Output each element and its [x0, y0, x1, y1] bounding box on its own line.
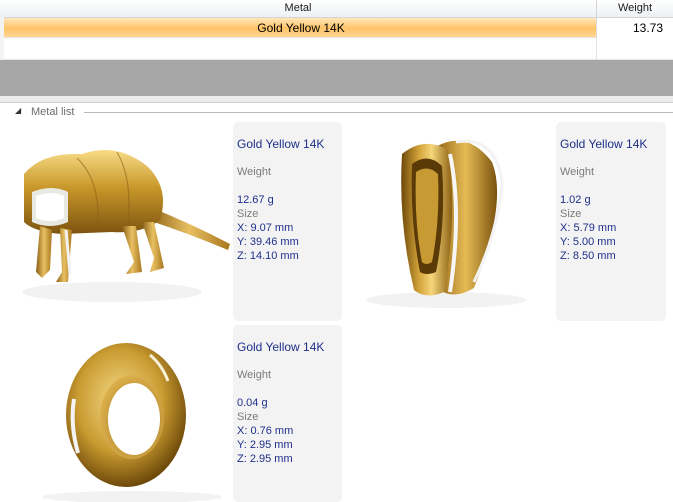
metal-name: Gold Yellow 14K [560, 137, 648, 151]
size-z: Z: 2.95 mm [237, 453, 293, 465]
weight-label: Weight [560, 166, 595, 178]
jump-ring-thumbnail [22, 325, 233, 502]
metal-list-header: ◢ Metal list [0, 103, 673, 121]
armadillo-pendant-thumbnail [22, 122, 233, 321]
cell-metal: Gold Yellow 14K [257, 21, 345, 35]
size-z: Z: 14.10 mm [237, 250, 299, 262]
metal-name: Gold Yellow 14K [237, 137, 325, 151]
size-label: Size [237, 411, 259, 423]
weight-value: 1.02 g [560, 194, 591, 206]
metal-info-panel: Gold Yellow 14K Weight 0.04 g Size X: 0.… [233, 325, 342, 502]
size-y: Y: 5.00 mm [560, 236, 616, 248]
collapse-triangle-icon[interactable]: ◢ [15, 106, 21, 116]
weight-value: 12.67 g [237, 194, 274, 206]
bail-thumbnail [346, 122, 556, 321]
metal-card[interactable]: Gold Yellow 14K Weight 0.04 g Size X: 0.… [22, 325, 342, 502]
column-header-metal[interactable]: Metal [0, 0, 597, 17]
weight-value: 0.04 g [237, 397, 268, 409]
splitter[interactable] [0, 96, 673, 103]
grid-header: Metal Weight [0, 0, 673, 18]
size-label: Size [237, 208, 259, 220]
size-y: Y: 2.95 mm [237, 439, 293, 451]
metal-info-panel: Gold Yellow 14K Weight 1.02 g Size X: 5.… [556, 122, 666, 321]
size-x: X: 5.79 mm [560, 222, 617, 234]
metal-name: Gold Yellow 14K [237, 340, 325, 354]
size-z: Z: 8.50 mm [560, 250, 616, 262]
row-indicator-strip [0, 17, 4, 60]
size-x: X: 9.07 mm [237, 222, 294, 234]
size-y: Y: 39.46 mm [237, 236, 299, 248]
table-row[interactable]: Gold Yellow 14K 13.73 [0, 18, 673, 38]
metal-list-title: Metal list [31, 106, 75, 118]
weight-label: Weight [237, 166, 272, 178]
weight-label: Weight [237, 369, 272, 381]
size-label: Size [560, 208, 582, 220]
grid-empty-area [0, 60, 673, 96]
size-x: X: 0.76 mm [237, 425, 294, 437]
metal-card[interactable]: Gold Yellow 14K Weight 1.02 g Size X: 5.… [346, 122, 666, 321]
metal-info-panel: Gold Yellow 14K Weight 12.67 g Size X: 9… [233, 122, 342, 321]
metal-grid[interactable]: Metal Weight Gold Yellow 14K 13.73 [0, 0, 673, 60]
metal-card[interactable]: Gold Yellow 14K Weight 12.67 g Size X: 9… [22, 122, 342, 321]
group-divider [84, 112, 673, 113]
column-divider [596, 38, 597, 60]
table-row-empty[interactable] [0, 38, 673, 60]
column-header-weight[interactable]: Weight [597, 0, 673, 17]
cell-weight: 13.73 [597, 18, 673, 38]
